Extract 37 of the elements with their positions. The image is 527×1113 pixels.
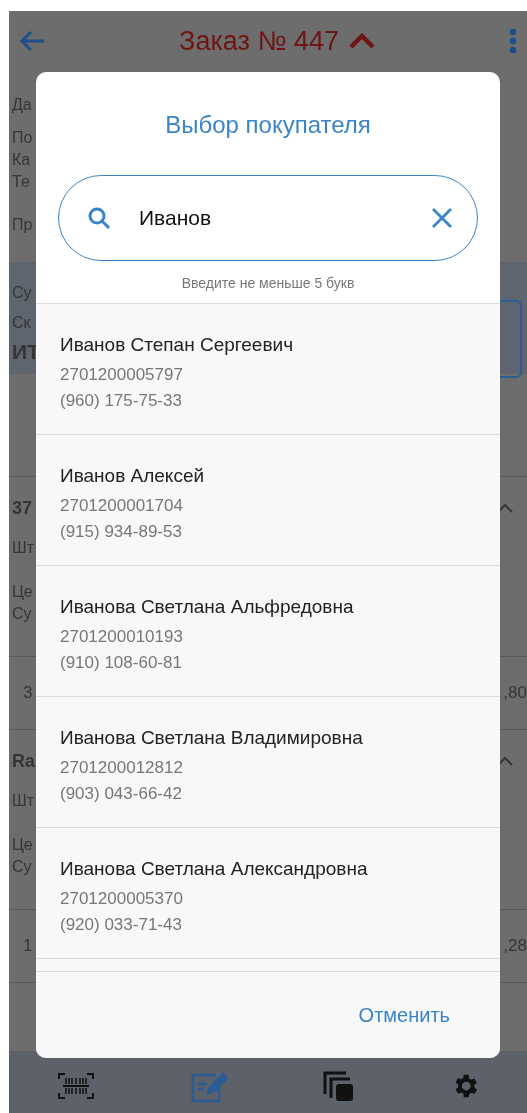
back-arrow-icon[interactable] bbox=[19, 30, 45, 52]
barcode-icon[interactable] bbox=[56, 1071, 95, 1101]
info-label: Да bbox=[11, 95, 32, 115]
more-vertical-icon[interactable] bbox=[509, 28, 517, 54]
order-title: Заказ № 447 bbox=[179, 25, 339, 57]
customer-item[interactable]: Иванова Светлана Александровна 2701200005370 (920) 033-71-43 bbox=[36, 828, 500, 959]
customer-item[interactable]: Иванова Светлана Владимировна 2701200012812 (903) 043-66-42 bbox=[36, 697, 500, 828]
price-label: Це bbox=[11, 835, 33, 855]
dialog-title: Выбор покупателя bbox=[164, 111, 372, 139]
amount-text: ,28 bbox=[503, 936, 527, 956]
customer-item[interactable]: Иванов Степан Сергеевич 2701200005797 (960) 175-75-33 bbox=[36, 304, 500, 435]
info-label: Ка bbox=[11, 150, 31, 170]
unit-label: Шт bbox=[11, 538, 34, 558]
unit-label: Шт bbox=[11, 791, 34, 811]
search-hint: Введите не меньше 5 букв bbox=[180, 275, 356, 291]
quantity-text: 1 bbox=[23, 936, 33, 956]
customer-item[interactable]: Иванов Алексей 2701200001704 (915) 934-89-53 bbox=[36, 435, 500, 566]
sum-label: Су bbox=[11, 604, 32, 624]
price-label: Це bbox=[11, 582, 33, 602]
close-icon[interactable] bbox=[431, 207, 453, 229]
summary-label: Ск bbox=[11, 313, 31, 333]
customer-item[interactable]: Иванова Светлана Альфредовна 2701200010193 (910) 108-60-81 bbox=[36, 566, 500, 697]
item-name: 37 bbox=[11, 498, 33, 519]
sum-label: Су bbox=[11, 857, 32, 877]
summary-label: Су bbox=[11, 283, 32, 303]
chevron-up-icon[interactable] bbox=[497, 756, 513, 766]
info-label: По bbox=[11, 128, 33, 148]
info-label: Пр bbox=[11, 215, 33, 235]
info-label: Те bbox=[11, 172, 30, 192]
item-name: Ra bbox=[11, 751, 35, 772]
cancel-button[interactable]: Отменить bbox=[354, 999, 454, 1031]
quantity-text: 3 bbox=[23, 683, 33, 703]
chevron-up-icon[interactable] bbox=[497, 503, 513, 513]
search-input[interactable]: Иванов bbox=[137, 205, 405, 231]
copy-icon[interactable] bbox=[322, 1070, 355, 1102]
search-icon bbox=[87, 206, 111, 230]
amount-text: ,80 bbox=[503, 683, 527, 703]
